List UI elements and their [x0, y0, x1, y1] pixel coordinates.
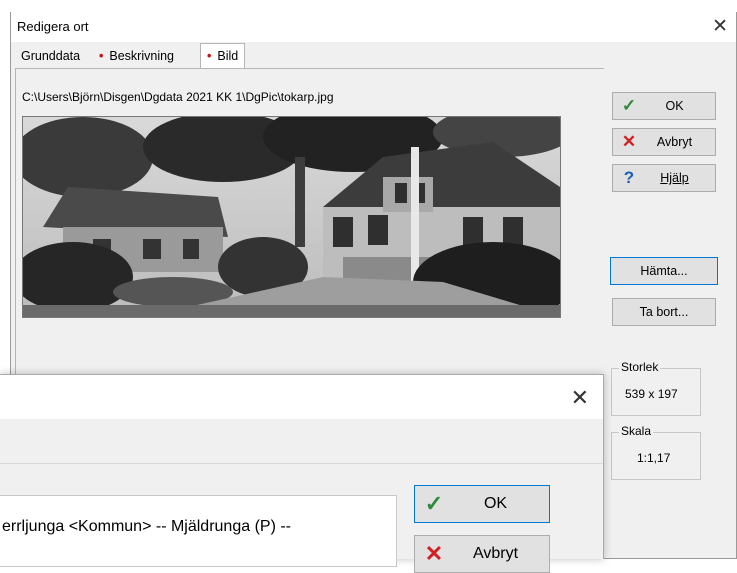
front-ok-button[interactable]: ✓ OK [414, 485, 550, 523]
tab-beskrivning[interactable]: • Beskrivning [93, 46, 180, 67]
help-button[interactable]: ? Hjälp [612, 164, 716, 192]
close-icon[interactable]: ✕ [571, 387, 589, 409]
cross-icon: ✕ [424, 541, 444, 566]
photo-image [23, 117, 560, 317]
check-icon: ✓ [621, 96, 637, 115]
modified-dot-icon: • [207, 49, 212, 63]
front-dialog: ✕ errljunga <Kommun> -- Mjäldrunga (P) -… [0, 374, 604, 573]
cancel-label: Avbryt [656, 135, 693, 149]
front-cancel-label: Avbryt [472, 545, 519, 562]
image-file-path: C:\Users\Björn\Disgen\Dgdata 2021 KK 1\D… [22, 90, 334, 104]
front-tab-band [0, 419, 603, 464]
size-group: Storlek 539 x 197 [611, 360, 701, 416]
front-ok-label: OK [483, 495, 508, 512]
remove-label: Ta bort... [639, 305, 689, 319]
tab-grunddata[interactable]: Grunddata [15, 46, 86, 67]
fetch-image-button[interactable]: Hämta... [610, 257, 718, 285]
front-title-bar: ✕ [0, 375, 603, 419]
scale-group: Skala 1:1,17 [611, 424, 701, 480]
check-icon: ✓ [424, 491, 444, 516]
dialog-title: Redigera ort [17, 19, 89, 34]
cross-icon: ✕ [621, 132, 637, 151]
tab-label: Grunddata [21, 49, 81, 63]
scale-caption: Skala [619, 424, 654, 438]
title-bar: Redigera ort ✕ [11, 12, 736, 42]
remove-image-button[interactable]: Ta bort... [612, 298, 716, 326]
modified-dot-icon: • [99, 49, 104, 63]
cancel-button[interactable]: ✕ Avbryt [612, 128, 716, 156]
help-label: Hjälp [660, 171, 689, 185]
size-value: 539 x 197 [625, 387, 678, 401]
question-icon: ? [623, 168, 635, 187]
place-text-panel: errljunga <Kommun> -- Mjäldrunga (P) -- [0, 495, 397, 567]
place-hierarchy-text: errljunga <Kommun> -- Mjäldrunga (P) -- [2, 518, 291, 535]
ok-label: OK [665, 99, 684, 113]
fetch-label: Hämta... [640, 264, 688, 278]
tab-label: Bild [217, 49, 239, 63]
place-photo [22, 116, 561, 318]
close-icon[interactable]: ✕ [712, 17, 728, 36]
tab-label: Beskrivning [109, 49, 175, 63]
tab-bild[interactable]: • Bild [200, 43, 246, 68]
ok-button[interactable]: ✓ OK [612, 92, 716, 120]
size-caption: Storlek [619, 360, 661, 374]
scale-value: 1:1,17 [637, 451, 671, 465]
front-cancel-button[interactable]: ✕ Avbryt [414, 535, 550, 573]
